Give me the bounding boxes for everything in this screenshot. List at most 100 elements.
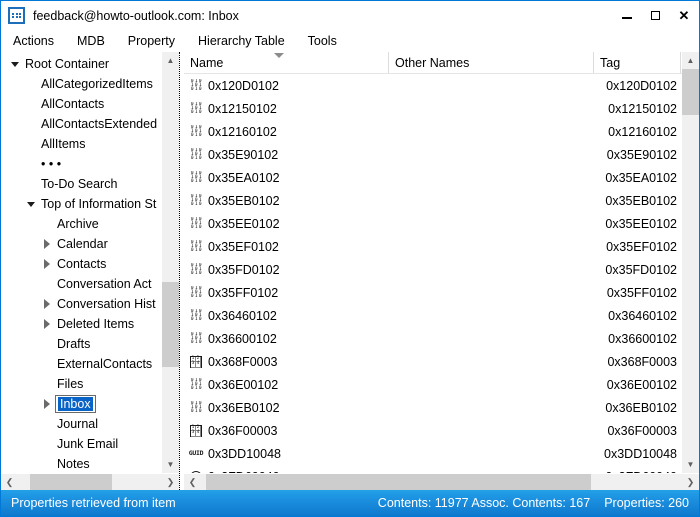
- cell-type: P: [681, 470, 682, 474]
- table-row[interactable]: 0101010100x35EB01020x35EB0102P: [184, 189, 682, 212]
- chevron-down-icon[interactable]: [7, 61, 23, 67]
- tree-item-label: AllCategorizedItems: [41, 77, 153, 91]
- chevron-down-icon[interactable]: ▼: [682, 456, 699, 473]
- table-row[interactable]: 0101010100x366001020x36600102P: [184, 327, 682, 350]
- table-row[interactable]: 0101010100x36E001020x36E00102P: [184, 373, 682, 396]
- tree-item-conversation-hist[interactable]: Conversation Hist: [1, 294, 179, 314]
- cell-tag: 0x35EE0102: [605, 216, 677, 231]
- tree-item-top-of-information-st[interactable]: Top of Information St: [1, 194, 179, 214]
- list-scroll-thumb[interactable]: [682, 69, 699, 116]
- tree-item-externalcontacts[interactable]: ExternalContacts: [1, 354, 179, 374]
- tree-item-junk-email[interactable]: Junk Email: [1, 434, 179, 454]
- tree-horizontal-scrollbar[interactable]: ❮ ❯: [1, 473, 179, 490]
- tree-item-root-container[interactable]: Root Container: [1, 54, 179, 74]
- chevron-left-icon[interactable]: ❮: [1, 474, 18, 490]
- chevron-down-icon[interactable]: [23, 201, 39, 207]
- cell-name: 0 1 0 1 0 1 0 1 0 0x120D0102: [184, 79, 389, 93]
- menu-item-actions[interactable]: Actions: [13, 32, 65, 50]
- table-row[interactable]: 0101010100x121601020x12160102P: [184, 120, 682, 143]
- tree-item-label: • • •: [41, 157, 62, 171]
- table-row[interactable]: 0101010100x35FF01020x35FF0102P: [184, 281, 682, 304]
- tree-item-archive[interactable]: Archive: [1, 214, 179, 234]
- status-bar: Properties retrieved from item Contents:…: [1, 490, 699, 516]
- tree-item-allcontactsextended[interactable]: AllContactsExtended: [1, 114, 179, 134]
- chevron-up-icon[interactable]: ▲: [682, 52, 699, 69]
- tree-item-inbox[interactable]: Inbox: [1, 394, 179, 414]
- tree-item-calendar[interactable]: Calendar: [1, 234, 179, 254]
- table-row[interactable]: 0101010100x36EB01020x36EB0102P: [184, 396, 682, 419]
- close-icon[interactable]: ✕: [669, 1, 699, 30]
- cell-tag: 0x36E00102: [606, 377, 677, 392]
- tree-item-label: Root Container: [25, 57, 110, 71]
- menu-item-mdb[interactable]: MDB: [77, 32, 116, 50]
- list-vertical-scrollbar[interactable]: ▲ ▼: [682, 52, 699, 473]
- tree-item-deleted-items[interactable]: Deleted Items: [1, 314, 179, 334]
- column-header-name[interactable]: Name: [184, 52, 389, 73]
- table-row[interactable]: 0101010100x35EF01020x35EF0102P: [184, 235, 682, 258]
- cell-name-label: 0x35FF0102: [208, 285, 279, 300]
- tree-vertical-scrollbar[interactable]: ▲ ▼: [162, 52, 179, 473]
- maximize-button[interactable]: [641, 1, 669, 30]
- table-row[interactable]: 0101010100x364601020x36460102P: [184, 304, 682, 327]
- column-header-other-names[interactable]: Other Names: [389, 52, 594, 73]
- table-row[interactable]: GUID0x3DD100480x3DD10048P: [184, 442, 682, 465]
- table-row[interactable]: 0101010100x121501020x12150102P: [184, 97, 682, 120]
- folder-tree[interactable]: Root Container AllCategorizedItems AllCont…: [1, 52, 179, 473]
- menu-item-tools[interactable]: Tools: [308, 32, 348, 50]
- window-title: feedback@howto-outlook.com: Inbox: [33, 8, 239, 23]
- cell-tag: 0x3FD60040: [594, 470, 681, 474]
- chevron-right-icon[interactable]: ❯: [682, 474, 699, 490]
- chevron-right-icon[interactable]: ❯: [162, 474, 179, 490]
- table-row[interactable]: 0101010100x35FD01020x35FD0102P: [184, 258, 682, 281]
- tree-item-label: AllContactsExtended: [41, 117, 158, 131]
- menu-item-hierarchy-table[interactable]: Hierarchy Table: [198, 32, 296, 50]
- chevron-right-icon[interactable]: [39, 239, 55, 249]
- chevron-down-icon[interactable]: ▼: [162, 456, 179, 473]
- tree-item-journal[interactable]: Journal: [1, 414, 179, 434]
- tree-hscroll-track[interactable]: [18, 474, 162, 490]
- list-hscroll-track[interactable]: [201, 474, 682, 490]
- clock-icon: [189, 470, 203, 473]
- chevron-right-icon[interactable]: [39, 399, 55, 409]
- chevron-right-icon[interactable]: [39, 319, 55, 329]
- tree-item-drafts[interactable]: Drafts: [1, 334, 179, 354]
- tree-item-files[interactable]: Files: [1, 374, 179, 394]
- tree-item-label: Files: [57, 377, 84, 391]
- tree-item-allcategorizeditems[interactable]: AllCategorizedItems: [1, 74, 179, 94]
- list-horizontal-scrollbar[interactable]: ❮ ❯: [184, 473, 699, 490]
- tree-item-[interactable]: • • •: [1, 154, 179, 174]
- table-row[interactable]: 12340x368F00030x368F0003P: [184, 350, 682, 373]
- table-row[interactable]: 0101010100x35EA01020x35EA0102P: [184, 166, 682, 189]
- tree-scroll-track[interactable]: [162, 69, 179, 456]
- tree-item-notes[interactable]: Notes: [1, 454, 179, 473]
- tree-item-to-do-search[interactable]: To-Do Search: [1, 174, 179, 194]
- menu-item-property[interactable]: Property: [128, 32, 186, 50]
- chevron-right-icon[interactable]: [39, 299, 55, 309]
- table-row[interactable]: 0101010100x35E901020x35E90102P: [184, 143, 682, 166]
- list-scroll-track[interactable]: [682, 69, 699, 456]
- property-list-pane: Name Other Names Tag Ty 0101010: [184, 52, 699, 490]
- tree-hscroll-thumb[interactable]: [29, 474, 112, 490]
- tree-item-label: ExternalContacts: [57, 357, 153, 371]
- column-header-tag[interactable]: Tag: [594, 52, 681, 73]
- table-row[interactable]: 0x3FD600400x3FD60040P: [184, 465, 682, 473]
- list-header: Name Other Names Tag Ty: [184, 52, 682, 74]
- cell-name: 0 1 0 1 0 1 0 1 0 0x35EF0102: [184, 240, 389, 254]
- list-hscroll-thumb[interactable]: [205, 474, 591, 490]
- property-list[interactable]: 0101010100x120D01020x120D0102P0101010100…: [184, 74, 682, 473]
- chevron-up-icon[interactable]: ▲: [162, 52, 179, 69]
- table-row[interactable]: 0101010100x35EE01020x35EE0102P: [184, 212, 682, 235]
- table-row[interactable]: 12340x36F000030x36F00003P: [184, 419, 682, 442]
- tree-item-contacts[interactable]: Contacts: [1, 254, 179, 274]
- minimize-button[interactable]: [613, 1, 641, 30]
- chevron-right-icon[interactable]: [39, 259, 55, 269]
- tree-scroll-thumb[interactable]: [162, 281, 179, 367]
- chevron-left-icon[interactable]: ❮: [184, 474, 201, 490]
- tree-item-label: Conversation Act: [57, 277, 152, 291]
- tree-item-conversation-act[interactable]: Conversation Act: [1, 274, 179, 294]
- binary-icon: 010101010: [190, 78, 202, 92]
- tree-item-allcontacts[interactable]: AllContacts: [1, 94, 179, 114]
- tree-item-allitems[interactable]: AllItems: [1, 134, 179, 154]
- tree-item-label: Conversation Hist: [57, 297, 156, 311]
- table-row[interactable]: 0101010100x120D01020x120D0102P: [184, 74, 682, 97]
